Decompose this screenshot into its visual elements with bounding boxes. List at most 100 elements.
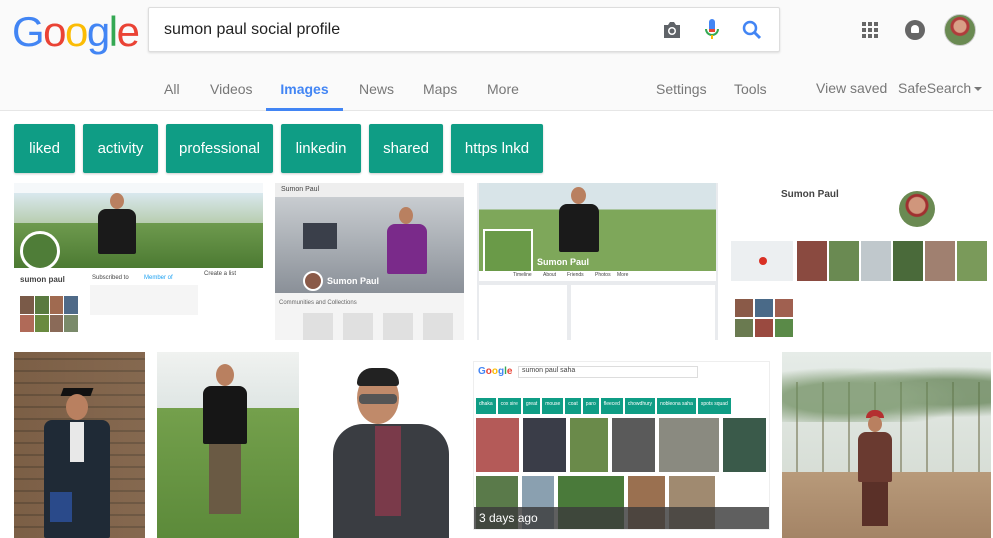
tab-more[interactable]: More	[487, 80, 519, 112]
tab-news[interactable]: News	[359, 80, 394, 112]
person-trousers	[862, 482, 888, 526]
tab-friends: Friends	[567, 272, 584, 278]
hair	[357, 368, 399, 386]
member-label: Member of	[144, 275, 173, 281]
composer-card	[571, 285, 715, 340]
photo-grid	[20, 296, 78, 332]
mini-query: sumon paul saha	[522, 367, 576, 374]
logo-letter: o	[65, 8, 88, 55]
profile-name: sumon paul	[20, 275, 65, 284]
mini-logo: Google	[478, 366, 513, 377]
mini-chip: mouse	[542, 398, 564, 414]
google-logo[interactable]: Google	[12, 8, 140, 55]
mini-chip: nobleona saha	[657, 398, 696, 414]
photo-grid	[735, 299, 793, 337]
chip-shared[interactable]: shared	[369, 124, 443, 173]
mini-chip: spots squad	[697, 398, 731, 414]
intro-card	[479, 285, 567, 340]
apps-grid-icon[interactable]	[862, 22, 878, 38]
subscribed-label: Subscribed to	[92, 275, 129, 281]
person-torso	[387, 224, 427, 274]
safesearch-dropdown[interactable]: SafeSearch	[898, 79, 983, 111]
mini-chip: cox sire	[497, 398, 521, 414]
mini-results-row-1	[476, 418, 766, 472]
cover-name: Sumon Paul	[327, 276, 380, 286]
person-head	[66, 394, 88, 420]
account-avatar[interactable]	[944, 14, 976, 46]
tab-all[interactable]: All	[164, 80, 180, 112]
image-result-forest-photo[interactable]	[782, 352, 991, 538]
section-label: Communities and Collections	[279, 300, 357, 306]
image-result-google-screenshot[interactable]: Google sumon paul saha dhaka cox sire gr…	[473, 361, 770, 530]
image-result-profile-page[interactable]: Sumon Paul	[731, 183, 991, 340]
profile-avatar	[899, 191, 935, 227]
image-result-portrait-photo[interactable]	[311, 352, 459, 538]
tab-timeline: Timeline	[513, 272, 532, 278]
mini-chips: dhaka cox sire great mouse coat paro fle…	[474, 398, 769, 414]
microphone-icon[interactable]	[701, 19, 723, 41]
chip-linkedin[interactable]: linkedin	[281, 124, 361, 173]
tab-videos[interactable]: Videos	[210, 80, 253, 112]
search-icon[interactable]	[741, 19, 763, 41]
search-box	[148, 7, 780, 52]
tab-about: About	[543, 272, 557, 278]
mini-chip: dhaka	[476, 398, 496, 414]
image-result-facebook-profile[interactable]: Sumon Paul Timeline About Friends Photos…	[477, 183, 718, 340]
tools-link[interactable]: Tools	[734, 80, 767, 112]
view-saved-link[interactable]: View saved	[816, 79, 887, 111]
person-suit	[858, 432, 892, 482]
logo-letter: G	[12, 8, 45, 55]
chevron-down-icon	[974, 87, 983, 92]
banner-sky	[14, 193, 263, 223]
profile-name: Sumon Paul	[537, 257, 590, 267]
person-head	[571, 187, 586, 204]
card-placeholder	[303, 313, 333, 340]
shirt	[375, 426, 401, 516]
profile-name: Sumon Paul	[781, 189, 839, 200]
person-head	[868, 416, 882, 432]
logo-letter: e	[116, 8, 140, 55]
mini-chip: chowdhury	[624, 398, 656, 414]
placeholder-box	[90, 285, 198, 315]
person-torso	[559, 204, 599, 252]
image-result-google-plus-profile[interactable]: Sumon Paul Sumon Paul Communities and Co…	[275, 183, 464, 340]
chip-professional[interactable]: professional	[166, 124, 273, 173]
image-result-graduation-photo[interactable]	[14, 352, 145, 538]
mini-chip: great	[522, 398, 541, 414]
mini-chip: coat	[565, 398, 581, 414]
logo-letter: g	[86, 8, 110, 55]
search-input[interactable]	[164, 8, 644, 51]
notifications-bell-icon[interactable]	[905, 20, 925, 40]
shirt	[70, 422, 84, 462]
create-list-label: Create a list	[204, 271, 237, 277]
card-placeholder	[343, 313, 373, 340]
card-placeholder	[423, 313, 453, 340]
image-result-twitter-profile[interactable]: sumon paul Subscribed to Member of Creat…	[14, 183, 263, 340]
related-images-grid	[797, 241, 987, 281]
mini-chip: fleeced	[600, 398, 623, 414]
tab-maps[interactable]: Maps	[423, 80, 457, 112]
profile-avatar	[303, 271, 323, 291]
chip-https-lnkd[interactable]: https lnkd	[451, 124, 543, 173]
person-head	[399, 207, 413, 224]
settings-link[interactable]: Settings	[656, 80, 707, 112]
safesearch-label: SafeSearch	[898, 80, 972, 96]
camera-icon[interactable]	[661, 19, 683, 41]
person-torso	[98, 209, 136, 254]
image-result-field-photo[interactable]	[157, 352, 299, 538]
chip-liked[interactable]: liked	[14, 124, 75, 173]
profile-avatar	[20, 231, 60, 271]
person-trousers	[209, 444, 241, 514]
map-pin-icon	[759, 257, 767, 265]
mini-toolbar	[14, 183, 263, 193]
tree-canopy	[782, 362, 991, 422]
recency-overlay: 3 days ago	[474, 507, 769, 529]
sunglasses	[359, 394, 397, 404]
search-header: Google All Videos Images News Maps More …	[0, 0, 993, 111]
tab-more: More	[617, 272, 629, 278]
chip-activity[interactable]: activity	[83, 124, 158, 173]
tab-photos: Photos	[595, 272, 611, 278]
certificate-folder	[50, 492, 72, 522]
profile-picture	[483, 229, 533, 277]
tab-images[interactable]: Images	[266, 80, 343, 111]
